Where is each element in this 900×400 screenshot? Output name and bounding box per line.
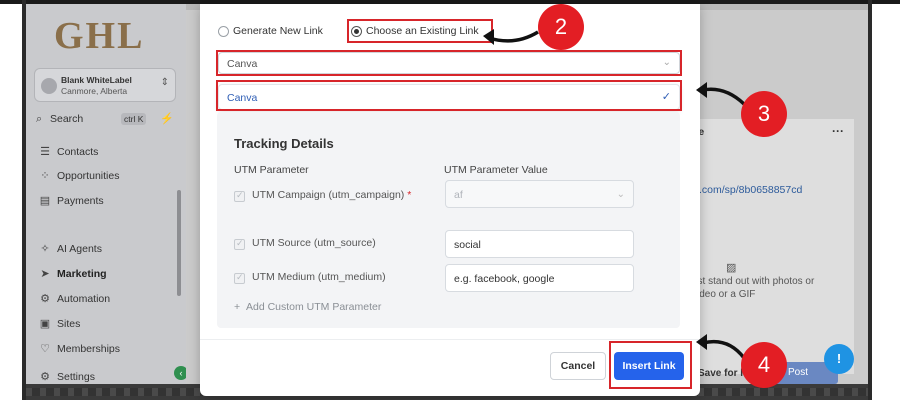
arrow-head-step-3 — [696, 82, 707, 98]
arrow-step-2 — [488, 30, 539, 43]
arrow-head-step-4 — [696, 334, 707, 350]
arrow-step-3 — [702, 87, 746, 106]
arrow-head-step-2 — [483, 29, 494, 45]
annotation-arrows — [483, 29, 746, 360]
step-badge-3: 3 — [741, 91, 787, 137]
step-badge-4: 4 — [741, 342, 787, 388]
step-badge-2: 2 — [538, 4, 584, 50]
arrow-step-4 — [702, 339, 746, 360]
screenshot-stage: GHL Blank WhiteLabel Canmore, Alberta ⇕ … — [0, 0, 900, 400]
